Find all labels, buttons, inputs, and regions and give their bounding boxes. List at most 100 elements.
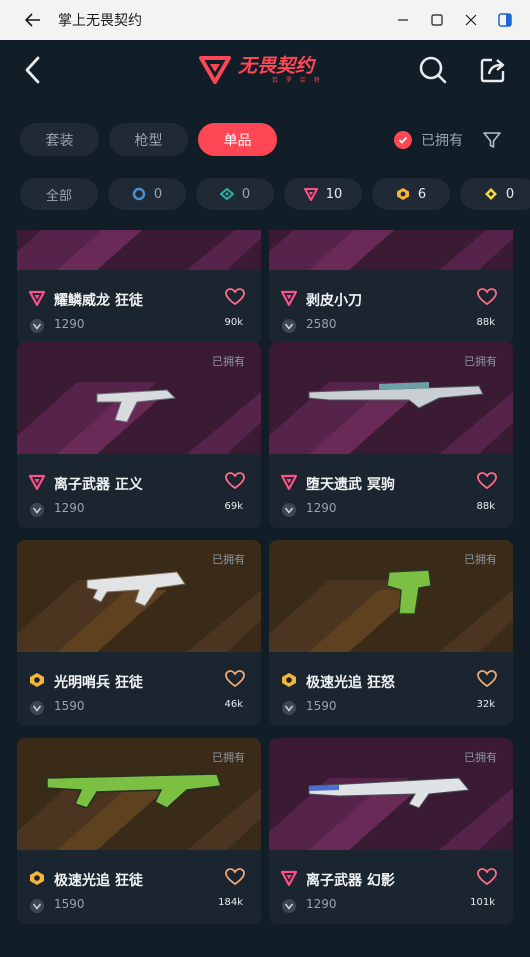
skin-name: 耀鳞威龙 狂徒 xyxy=(54,293,143,309)
premium-tier-icon xyxy=(28,290,46,307)
heart-icon[interactable] xyxy=(477,868,497,888)
skin-card-info: 剥皮小刀 2580 88k xyxy=(269,270,513,344)
vp-currency-icon xyxy=(29,700,45,716)
skin-card[interactable]: 剥皮小刀 2580 88k xyxy=(269,230,513,344)
close-icon[interactable] xyxy=(456,5,486,35)
vp-currency-icon xyxy=(281,318,297,334)
exclusive-tier-icon xyxy=(29,672,45,688)
skin-price: 1290 xyxy=(306,501,337,515)
tier-count: 10 xyxy=(325,186,343,202)
premium-tier-icon xyxy=(303,187,318,201)
vp-currency-icon xyxy=(29,502,45,518)
skin-price: 2580 xyxy=(306,317,337,331)
heart-icon[interactable] xyxy=(225,868,245,888)
skin-name: 离子武器 正义 xyxy=(54,477,143,493)
back-arrow-icon[interactable] xyxy=(22,9,44,31)
checkmark-icon xyxy=(394,131,412,149)
vp-currency-icon xyxy=(29,318,45,334)
owned-label: 已拥有 xyxy=(212,355,245,368)
skin-price: 1590 xyxy=(306,699,337,713)
skin-card-info: 堕天遗武 冥驹 1290 88k xyxy=(269,454,513,528)
valorant-logo: 无畏契约 瓦 罗 兰 特 xyxy=(198,52,323,88)
exclusive-tier-icon xyxy=(281,672,297,688)
tab-weapon-types[interactable]: 枪型 xyxy=(109,123,188,156)
share-icon[interactable] xyxy=(476,53,510,87)
skin-price: 1290 xyxy=(54,317,85,331)
vp-currency-icon xyxy=(29,898,45,914)
vp-currency-icon xyxy=(281,898,297,914)
deluxe-tier-icon xyxy=(219,187,234,201)
skin-card[interactable]: 已拥有 极速光追 狂徒 1590 184k xyxy=(17,738,261,924)
tier-chip-deluxe[interactable]: 0 xyxy=(196,178,274,210)
back-chevron-icon[interactable] xyxy=(16,53,50,87)
vp-currency-icon xyxy=(281,502,297,518)
select-tier-icon xyxy=(132,187,146,201)
owned-label: 已拥有 xyxy=(464,355,497,368)
skin-grid: 耀鳞威龙 狂徒 1290 90k 剥皮小刀 2580 88k 已拥有 离子武器 正义 1290 6… xyxy=(17,230,513,957)
like-count: 69k xyxy=(224,501,243,512)
tier-filter-chips: 全部 0 0 10 6 0 xyxy=(20,178,530,210)
premium-tier-icon xyxy=(28,474,46,491)
window-title: 掌上无畏契约 xyxy=(58,13,142,29)
skin-card[interactable]: 耀鳞威龙 狂徒 1290 90k xyxy=(17,230,261,344)
owned-label: 已拥有 xyxy=(212,553,245,566)
maximize-icon[interactable] xyxy=(422,5,452,35)
skin-card-info: 离子武器 幻影 1290 101k xyxy=(269,850,513,924)
skin-name: 离子武器 幻影 xyxy=(306,873,395,889)
app-header: 无畏契约 瓦 罗 兰 特 xyxy=(0,40,530,100)
skin-card[interactable]: 已拥有离子武器 正义 1290 69k xyxy=(17,342,261,528)
skin-name: 堕天遗武 冥驹 xyxy=(306,477,395,493)
heart-icon[interactable] xyxy=(477,288,497,308)
owned-filter-toggle[interactable]: 已拥有 xyxy=(394,130,463,150)
tier-chip-select[interactable]: 0 xyxy=(108,178,186,210)
tier-chip-premium[interactable]: 10 xyxy=(284,178,362,210)
heart-icon[interactable] xyxy=(225,472,245,492)
filter-icon[interactable] xyxy=(480,128,504,152)
premium-tier-icon xyxy=(280,474,298,491)
skin-card[interactable]: 已拥有 极速光追 狂怒 1590 32k xyxy=(269,540,513,726)
window-titlebar: 掌上无畏契约 xyxy=(0,0,530,40)
minimize-icon[interactable] xyxy=(388,5,418,35)
tier-count: 6 xyxy=(417,186,427,202)
owned-label: 已拥有 xyxy=(464,751,497,764)
skin-name: 光明哨兵 狂徒 xyxy=(54,675,143,691)
skin-name: 极速光追 狂徒 xyxy=(54,873,143,889)
like-count: 88k xyxy=(476,317,495,328)
tier-chip-label: 全部 xyxy=(45,188,72,204)
like-count: 101k xyxy=(470,897,495,908)
tab-bundles[interactable]: 套装 xyxy=(20,123,99,156)
skin-image xyxy=(269,230,513,270)
heart-icon[interactable] xyxy=(477,472,497,492)
skin-card-info: 耀鳞威龙 狂徒 1290 90k xyxy=(17,270,261,344)
skin-card-info: 极速光追 狂徒 1590 184k xyxy=(17,850,261,924)
sidebar-toggle-icon[interactable] xyxy=(490,5,520,35)
tier-chip-ultra[interactable]: 0 xyxy=(460,178,530,210)
tier-chip-all[interactable]: 全部 xyxy=(20,178,98,210)
tab-single-items[interactable]: 单品 xyxy=(198,123,277,156)
skin-price: 1590 xyxy=(54,897,85,911)
tier-count: 0 xyxy=(241,186,251,202)
premium-tier-icon xyxy=(280,870,298,887)
tier-count: 0 xyxy=(505,186,515,202)
heart-icon[interactable] xyxy=(477,670,497,690)
skin-image xyxy=(17,230,261,270)
vp-currency-icon xyxy=(281,700,297,716)
skin-card-info: 极速光追 狂怒 1590 32k xyxy=(269,652,513,726)
app-view: 无畏契约 瓦 罗 兰 特 套装 枪型 单品 已拥有 全部 0 0 10 6 0 … xyxy=(0,40,530,957)
like-count: 46k xyxy=(224,699,243,710)
like-count: 88k xyxy=(476,501,495,512)
skin-card[interactable]: 已拥有堕天遗武 冥驹 1290 88k xyxy=(269,342,513,528)
tier-chip-exclusive[interactable]: 6 xyxy=(372,178,450,210)
skin-price: 1290 xyxy=(306,897,337,911)
skin-card[interactable]: 已拥有光明哨兵 狂徒 1590 46k xyxy=(17,540,261,726)
skin-card[interactable]: 已拥有离子武器 幻影 1290 101k xyxy=(269,738,513,924)
heart-icon[interactable] xyxy=(225,670,245,690)
skin-price: 1290 xyxy=(54,501,85,515)
heart-icon[interactable] xyxy=(225,288,245,308)
skin-card-info: 光明哨兵 狂徒 1590 46k xyxy=(17,652,261,726)
owned-label: 已拥有 xyxy=(212,751,245,764)
ultra-tier-icon xyxy=(484,187,498,201)
category-tabs: 套装 枪型 单品 xyxy=(20,123,277,156)
exclusive-tier-icon xyxy=(29,870,45,886)
search-icon[interactable] xyxy=(416,53,450,87)
